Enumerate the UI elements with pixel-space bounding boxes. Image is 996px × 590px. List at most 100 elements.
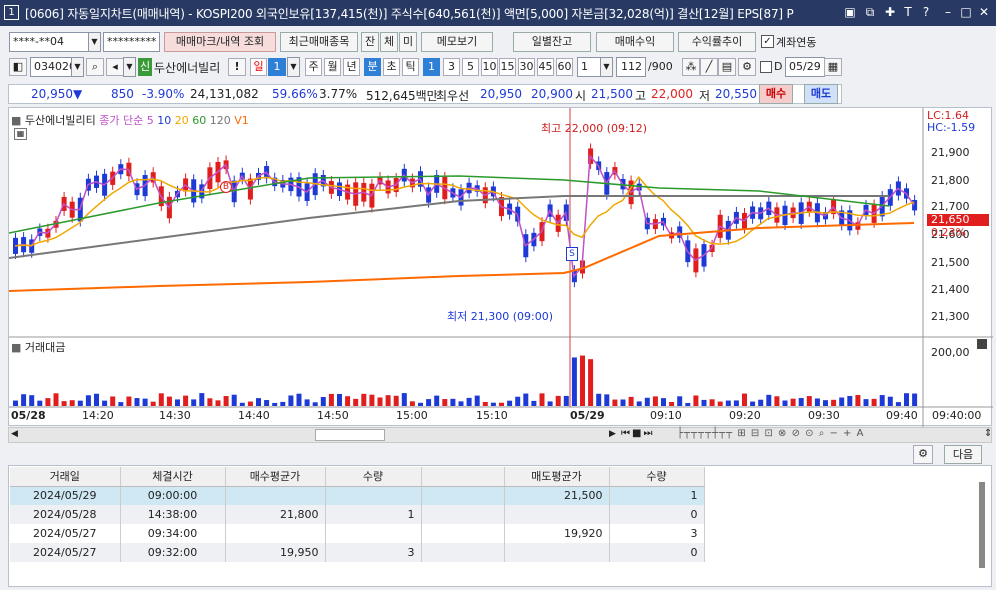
volume-bar xyxy=(345,396,351,406)
grid-scrollbar[interactable] xyxy=(979,482,985,568)
restore-icon[interactable]: ⧉ xyxy=(862,4,878,20)
volume-bar xyxy=(531,400,537,406)
volume-bar xyxy=(912,393,918,406)
executed-button[interactable]: 체 xyxy=(380,32,398,52)
sell-button[interactable]: 매도 xyxy=(804,84,838,104)
minute-60[interactable]: 60 xyxy=(556,58,573,76)
buy-mark[interactable]: B xyxy=(220,181,232,193)
speaker-dropdown-icon[interactable]: ▼ xyxy=(123,57,136,77)
grid-toggle-icon[interactable]: ▦ xyxy=(14,128,27,140)
volume-bar xyxy=(863,399,869,406)
table-row[interactable]: 2024/05/29 09:00:00 21,500 1 xyxy=(10,486,705,505)
volume-bar xyxy=(320,396,326,406)
balance-button[interactable]: 잔 xyxy=(361,32,379,52)
col-sell-avg[interactable]: 매도평균가 xyxy=(504,467,610,487)
maximize-icon[interactable]: □ xyxy=(958,4,974,20)
period-second[interactable]: 초 xyxy=(383,58,400,76)
chart-panel[interactable]: ■ 두산에너빌리티 종가 단순 5 10 20 60 120 V1 ▦ 최고 2… xyxy=(8,107,993,427)
daily-balance-button[interactable]: 일별잔고 xyxy=(513,32,591,52)
help-icon[interactable]: ? xyxy=(918,4,934,20)
period-dropdown-icon[interactable]: ▼ xyxy=(287,57,300,77)
col-sell-qty[interactable]: 수량 xyxy=(609,467,705,487)
stock-code-input[interactable]: 034020 xyxy=(30,57,73,77)
layout-icon[interactable]: ▣ xyxy=(842,4,858,20)
bar-count-input[interactable]: 112 xyxy=(616,57,646,77)
trade-mark-button[interactable]: 매매마크/내역 조회 xyxy=(164,32,276,52)
draw-tool-icon[interactable]: ╱ xyxy=(700,58,718,76)
date-checkbox-label: D xyxy=(774,60,783,73)
buy-button[interactable]: 매수 xyxy=(759,84,793,104)
col-buy-qty[interactable]: 수량 xyxy=(325,467,422,487)
chart-scrollbar[interactable]: ◀ ▶ ⏮■⏭ ├┬┬┬┬┼┬┬ ⊞ ⊟ ⊡ ⊗ ⊘ ⊙ ⌕ − + A ⇕ xyxy=(8,427,992,443)
minute-1[interactable]: 1 xyxy=(423,58,440,76)
minute-45[interactable]: 45 xyxy=(537,58,554,76)
scroll-left-icon[interactable]: ◀ xyxy=(11,429,18,439)
font-icon[interactable]: T xyxy=(900,4,916,20)
period-day-number[interactable]: 1 xyxy=(268,58,286,76)
stock-group-icon[interactable]: ◧ xyxy=(9,58,27,76)
minute-15[interactable]: 15 xyxy=(499,58,516,76)
period-week[interactable]: 주 xyxy=(305,58,322,76)
gear-icon[interactable]: ⚙ xyxy=(738,58,756,76)
code-dropdown-icon[interactable]: ▼ xyxy=(71,57,84,77)
recent-trades-button[interactable]: 최근매매종목 xyxy=(280,32,358,52)
price-chart[interactable] xyxy=(9,108,993,427)
minute-select[interactable]: 1 xyxy=(577,57,601,77)
sell-mark[interactable]: S xyxy=(566,247,578,261)
unfilled-button[interactable]: 미 xyxy=(399,32,417,52)
trade-return-button[interactable]: 매매수익 xyxy=(596,32,674,52)
chart-scroll-icon[interactable]: ⇕ xyxy=(984,428,992,439)
volume-bar xyxy=(604,394,610,406)
scroll-right-icon[interactable]: ▶ xyxy=(609,429,616,439)
col-exec-time[interactable]: 체결시간 xyxy=(120,467,226,487)
minute-10[interactable]: 10 xyxy=(481,58,498,76)
period-day[interactable]: 일 xyxy=(250,58,267,76)
speaker-icon[interactable]: ◂ xyxy=(106,58,124,76)
col-buy-avg[interactable]: 매수평균가 xyxy=(225,467,326,487)
period-year[interactable]: 년 xyxy=(343,58,360,76)
col-trade-date[interactable]: 거래일 xyxy=(10,467,121,487)
password-input[interactable]: ********* xyxy=(103,32,160,52)
account-input[interactable]: ****-**04 xyxy=(9,32,89,52)
volume-bar xyxy=(85,395,91,406)
return-trend-button[interactable]: 수익률추이 xyxy=(678,32,756,52)
warning-icon[interactable]: ! xyxy=(228,58,246,76)
search-icon[interactable]: ⌕ xyxy=(86,58,104,76)
down-arrow-icon: ▼ xyxy=(73,87,83,101)
memo-button[interactable]: 메모보기 xyxy=(421,32,493,52)
pin-icon[interactable]: ✚ xyxy=(882,4,898,20)
period-minute[interactable]: 분 xyxy=(364,58,381,76)
period-month[interactable]: 월 xyxy=(324,58,341,76)
volume-bar xyxy=(21,394,27,406)
minute-5[interactable]: 5 xyxy=(462,58,479,76)
minimize-icon[interactable]: – xyxy=(940,4,956,20)
volume-bar xyxy=(677,396,683,406)
calendar-icon[interactable]: ▦ xyxy=(824,58,842,76)
account-dropdown-icon[interactable]: ▼ xyxy=(88,32,101,52)
close-icon[interactable]: ✕ xyxy=(976,4,992,20)
date-input[interactable]: 05/29 xyxy=(785,57,825,77)
minute-3[interactable]: 3 xyxy=(443,58,460,76)
table-row[interactable]: 2024/05/27 09:34:00 19,920 3 xyxy=(10,524,705,543)
sub-chart-close-icon[interactable] xyxy=(977,339,987,349)
x-tick-label: 15:00 xyxy=(396,409,428,422)
account-link-checkbox[interactable]: ✓ xyxy=(761,35,774,48)
chart-settings-icon[interactable]: ⁂ xyxy=(682,58,700,76)
grid-settings-icon[interactable]: ⚙ xyxy=(913,445,933,464)
hc-label: HC:-1.59 xyxy=(927,121,976,134)
volume-bar xyxy=(523,393,529,406)
table-row[interactable]: 2024/05/27 09:32:00 19,950 3 0 xyxy=(10,543,705,562)
legend-marker: ■ xyxy=(11,114,22,127)
volume-bar xyxy=(482,401,488,406)
period-tick[interactable]: 틱 xyxy=(402,58,419,76)
playback-icon[interactable]: ⏮■⏭ xyxy=(621,428,654,439)
drawing-tools-icon[interactable]: ├┬┬┬┬┼┬┬ ⊞ ⊟ ⊡ ⊗ ⊘ ⊙ ⌕ − + A xyxy=(677,428,864,439)
minute-30[interactable]: 30 xyxy=(518,58,535,76)
date-checkbox[interactable] xyxy=(760,61,772,73)
minute-dropdown-icon[interactable]: ▼ xyxy=(600,57,613,77)
table-row[interactable]: 2024/05/28 14:38:00 21,800 1 0 xyxy=(10,505,705,524)
next-button[interactable]: 다음 xyxy=(944,445,982,464)
save-icon[interactable]: ▤ xyxy=(718,58,736,76)
price-change-pct: -3.90% xyxy=(142,87,185,101)
scroll-thumb[interactable] xyxy=(315,429,385,441)
